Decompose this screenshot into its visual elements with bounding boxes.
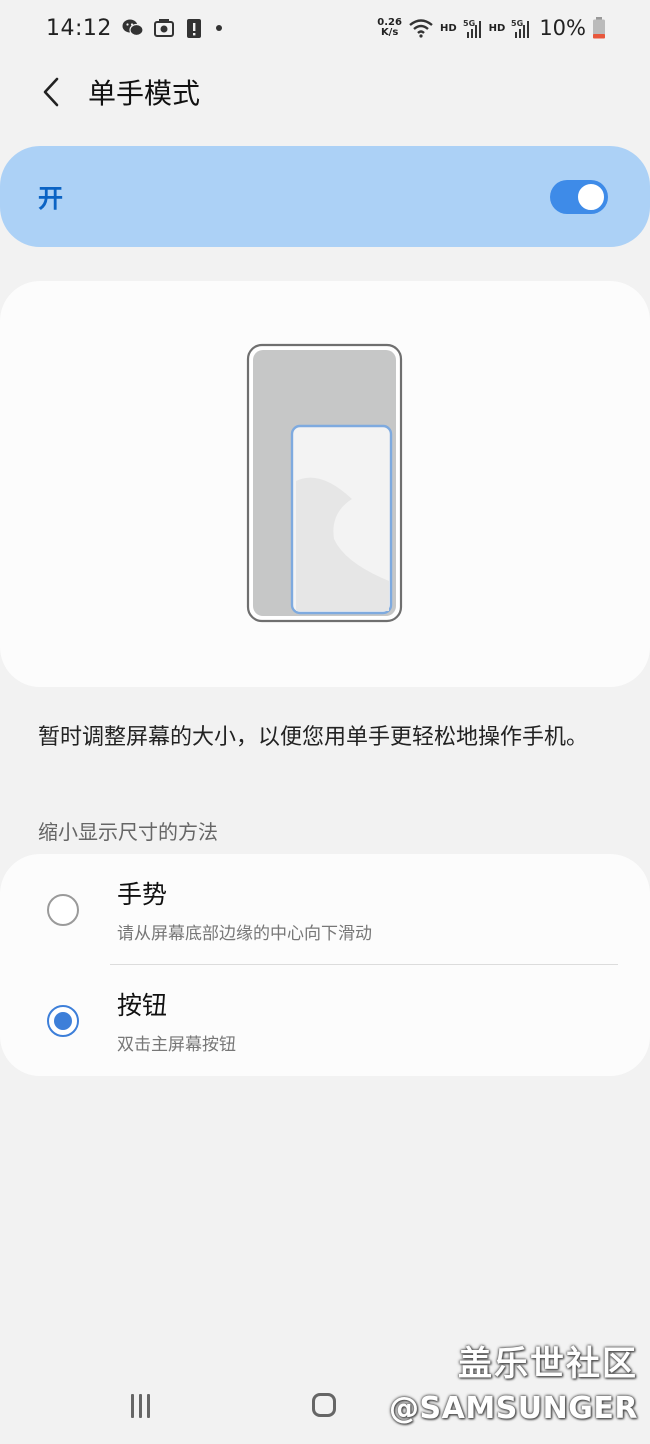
svg-text:5G: 5G <box>511 19 523 28</box>
status-time: 14:12 <box>46 15 112 41</box>
feature-description: 暂时调整屏幕的大小，以便您用单手更轻松地操作手机。 <box>38 725 589 750</box>
switch-knob <box>576 181 606 212</box>
svg-text:5G: 5G <box>463 19 475 28</box>
radio-button[interactable] <box>47 1004 79 1037</box>
back-arrow-icon <box>43 77 59 107</box>
status-right: 0.26 K/s HD 5G HD 5G 10% <box>377 16 606 40</box>
alert-icon <box>186 17 202 39</box>
option-button[interactable]: 按钮 双击主屏幕按钮 <box>0 965 650 1076</box>
recent-bar-icon <box>131 1394 134 1418</box>
dot-icon <box>212 23 226 33</box>
status-left: 14:12 <box>46 16 226 41</box>
wechat-icon <box>122 18 144 38</box>
option-gesture-title: 手势 <box>117 880 168 909</box>
battery-icon <box>592 17 606 39</box>
net-speed-unit: K/s <box>380 27 399 38</box>
net-speed: 0.26 K/s <box>377 18 402 38</box>
radio-gesture[interactable] <box>47 893 79 926</box>
recent-apps-button[interactable] <box>128 1394 158 1420</box>
navigation-bar <box>0 1370 650 1444</box>
master-switch-label: 开 <box>38 183 64 213</box>
alarm-icon <box>153 18 176 38</box>
page-title: 单手模式 <box>88 77 201 110</box>
recent-bar-icon <box>139 1394 142 1418</box>
option-gesture[interactable]: 手势 请从屏幕底部边缘的中心向下滑动 <box>0 854 650 965</box>
option-button-text: 按钮 双击主屏幕按钮 <box>117 986 236 1055</box>
signal-icon: 5G <box>463 18 483 38</box>
one-handed-mode-illustration <box>246 343 403 623</box>
back-button[interactable] <box>36 72 66 112</box>
wifi-icon <box>408 18 434 38</box>
hd-label-2: HD <box>488 22 506 34</box>
status-bar: 14:12 0.26 K/s HD 5G HD 5G 10% <box>0 0 650 56</box>
option-button-title: 按钮 <box>117 991 168 1020</box>
illustration-card <box>0 281 650 687</box>
signal-icon-2: 5G <box>511 18 531 38</box>
app-header: 单手模式 <box>0 60 650 124</box>
home-button[interactable] <box>312 1393 336 1417</box>
option-gesture-text: 手势 请从屏幕底部边缘的中心向下滑动 <box>117 875 372 944</box>
master-switch-row[interactable]: 开 <box>0 146 650 247</box>
options-card: 手势 请从屏幕底部边缘的中心向下滑动 按钮 双击主屏幕按钮 <box>0 854 650 1076</box>
section-title: 缩小显示尺寸的方法 <box>38 820 218 844</box>
option-button-subtitle: 双击主屏幕按钮 <box>117 1035 236 1055</box>
master-switch-toggle[interactable] <box>550 179 608 214</box>
battery-percent: 10% <box>539 16 586 40</box>
hd-label-1: HD <box>439 22 457 34</box>
recent-bar-icon <box>147 1394 150 1418</box>
option-gesture-subtitle: 请从屏幕底部边缘的中心向下滑动 <box>117 924 372 944</box>
